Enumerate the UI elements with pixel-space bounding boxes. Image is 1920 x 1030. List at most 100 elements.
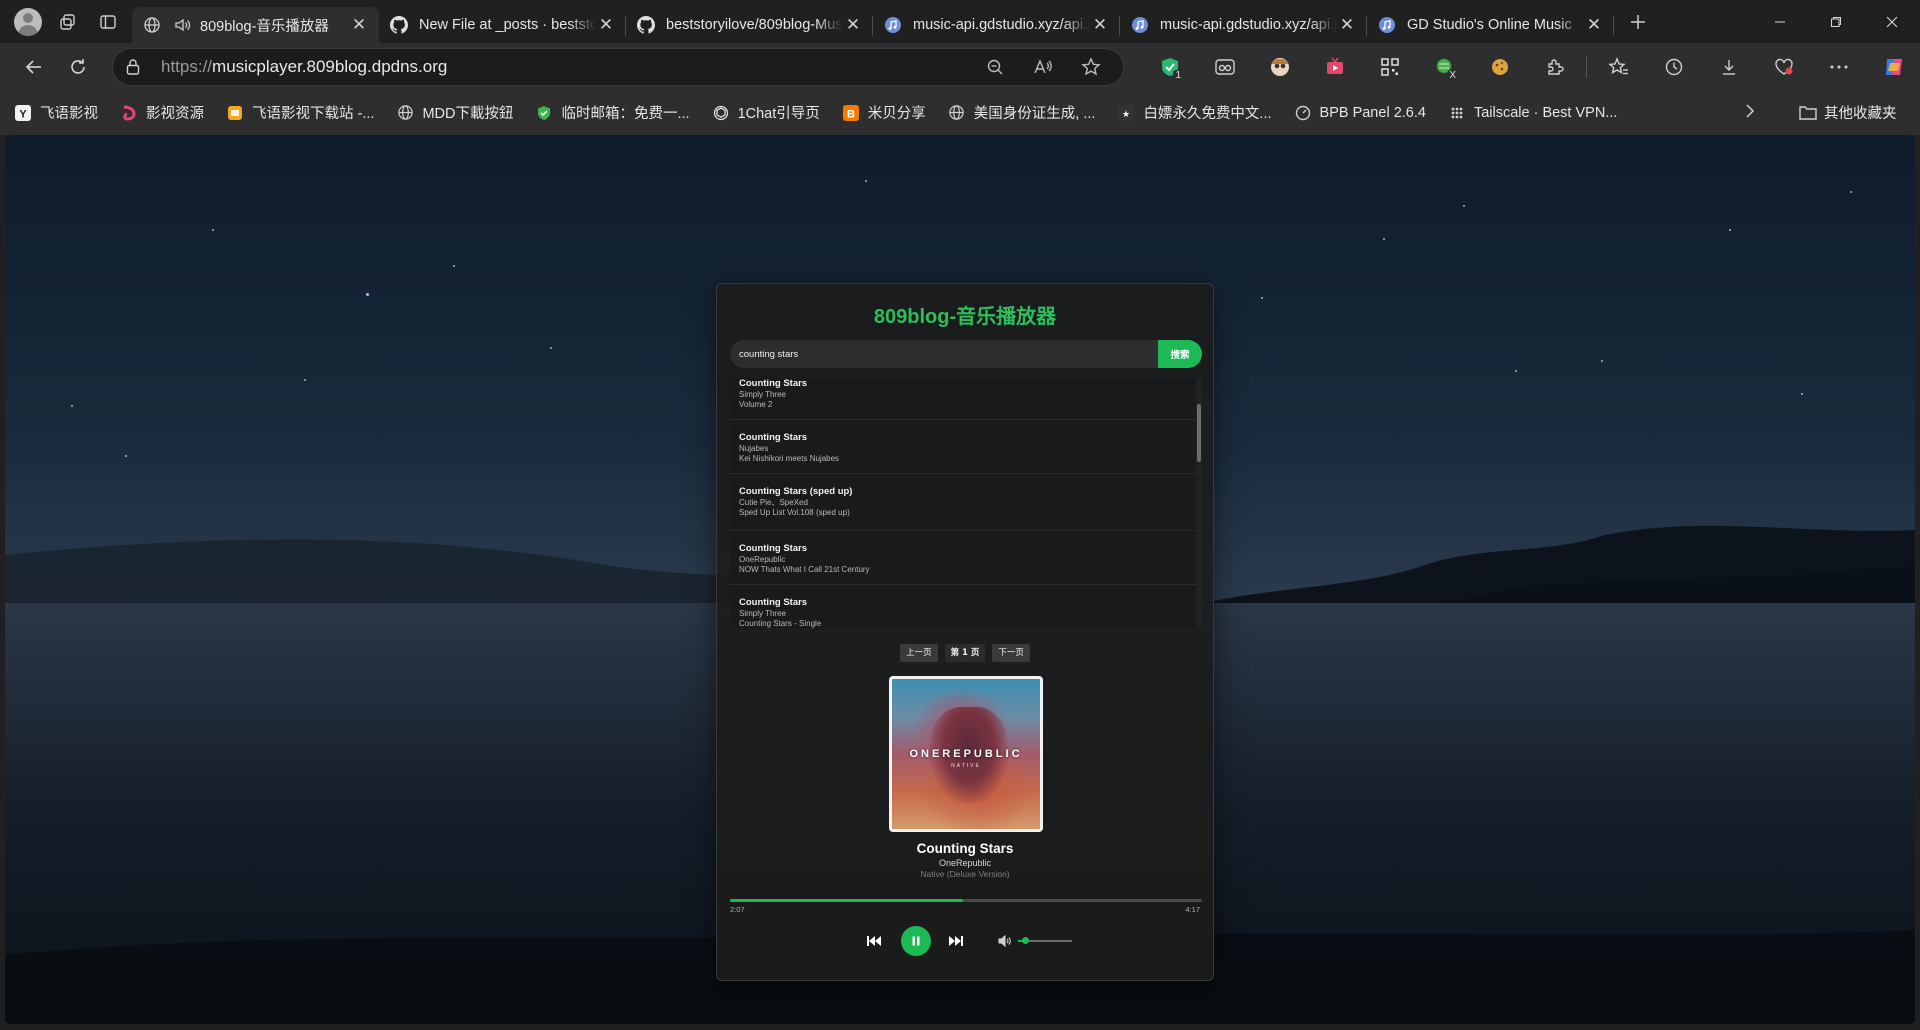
prev-page-button[interactable]: 上一页 (900, 644, 938, 662)
previous-track-icon[interactable] (865, 932, 883, 950)
other-bookmarks[interactable]: 其他收藏夹 (1798, 102, 1897, 123)
result-item[interactable]: Counting Stars Simply Three Counting Sta… (730, 585, 1196, 628)
bookmark-item[interactable]: 美国身份证生成, ... (948, 102, 1095, 123)
pause-button[interactable] (901, 926, 931, 956)
bookmark-item[interactable]: MDD下載按鈕 (396, 102, 513, 123)
downloads-icon[interactable] (1701, 49, 1756, 85)
result-artist: Nujabes (739, 444, 769, 453)
bookmark-item[interactable]: 飞语影视下载站 -... (226, 102, 374, 123)
star (304, 379, 306, 381)
zoom-out-icon[interactable] (975, 52, 1015, 82)
more-options-icon[interactable] (1811, 49, 1866, 85)
progress-bar[interactable] (730, 899, 1202, 902)
bookmark-item[interactable]: B 米贝分享 (842, 102, 926, 123)
close-icon[interactable]: ✕ (596, 15, 616, 35)
close-icon[interactable]: ✕ (1090, 15, 1110, 35)
close-icon[interactable]: ✕ (1584, 15, 1604, 35)
tampermonkey-icon[interactable] (1252, 49, 1307, 85)
now-playing-album: Native (Deluxe Version) (920, 869, 1010, 879)
search-bar: 搜索 (730, 340, 1202, 368)
speaker-icon[interactable] (172, 15, 192, 35)
star (1261, 297, 1263, 299)
total-time: 4:17 (1185, 905, 1200, 914)
search-input[interactable] (730, 340, 1158, 368)
close-icon[interactable]: ✕ (1337, 15, 1357, 35)
star (1463, 205, 1465, 207)
result-album: Volume 2 (739, 400, 773, 409)
bookmark-item[interactable]: ★ 白嫖永久免费中文... (1117, 102, 1272, 123)
tab-809blog[interactable]: 809blog-音乐播放器 ✕ (132, 7, 379, 43)
bookmark-item[interactable]: 临时邮箱：免费一... (535, 102, 690, 123)
next-track-icon[interactable] (947, 932, 965, 950)
tab-new-file[interactable]: New File at _posts · beststoryilove ✕ (379, 7, 626, 43)
tv-extension-icon[interactable] (1307, 49, 1362, 85)
vertical-tabs-icon[interactable] (88, 5, 128, 39)
address-bar-actions (975, 52, 1111, 82)
next-page-button[interactable]: 下一页 (992, 644, 1030, 662)
globe-extension-icon[interactable]: X (1417, 49, 1472, 85)
copilot-icon[interactable] (1866, 49, 1920, 85)
scrollbar-thumb[interactable] (1197, 404, 1201, 462)
cover-artist-text: ONEREPUBLIC (909, 748, 1023, 760)
result-item[interactable]: Counting Stars OneRepublic NOW Thats Wha… (730, 531, 1196, 585)
tab-music-api-2[interactable]: music-api.gdstudio.xyz/api.php ✕ (1120, 7, 1367, 43)
workspaces-icon[interactable] (48, 5, 88, 39)
result-title: Counting Stars (739, 378, 808, 389)
volume-icon[interactable] (998, 933, 1012, 949)
volume-knob[interactable] (1022, 937, 1030, 944)
results-scrollbar[interactable] (1196, 378, 1202, 628)
extensions-puzzle-icon[interactable] (1527, 49, 1582, 85)
star (1850, 191, 1852, 193)
github-icon (636, 15, 656, 35)
blogger-icon: B (842, 104, 860, 122)
minimize-icon[interactable] (1752, 0, 1808, 43)
profile-avatar[interactable] (14, 7, 42, 36)
result-title: Counting Stars (739, 543, 808, 554)
tab-title: GD Studio's Online Music (1407, 17, 1572, 33)
bookmark-item[interactable]: BPB Panel 2.6.4 (1294, 104, 1426, 122)
favorites-icon[interactable] (1591, 49, 1646, 85)
close-window-icon[interactable] (1864, 0, 1920, 43)
restore-icon[interactable] (1808, 0, 1864, 43)
svg-text:B: B (847, 108, 855, 120)
github-icon (389, 15, 409, 35)
bookmark-label: 飞语影视 (40, 106, 98, 122)
bookmark-item[interactable]: Tailscale · Best VPN... (1448, 104, 1617, 122)
pink-icon (120, 104, 138, 122)
browser-essentials-icon[interactable] (1756, 49, 1811, 85)
lock-icon[interactable] (125, 58, 151, 76)
close-icon[interactable]: ✕ (843, 15, 863, 35)
refresh-icon[interactable] (56, 49, 100, 85)
qr-code-icon[interactable] (1362, 49, 1417, 85)
bookmark-item[interactable]: 1Chat引导页 (712, 102, 820, 123)
volume-slider[interactable] (1018, 937, 1072, 944)
new-tab-button[interactable] (1618, 5, 1658, 39)
music-icon (1130, 15, 1150, 35)
chevron-right-icon[interactable] (1744, 102, 1756, 120)
globe-icon (948, 104, 966, 122)
read-aloud-icon[interactable] (1023, 52, 1063, 82)
close-icon[interactable]: ✕ (349, 15, 369, 35)
bookmark-label: Tailscale · Best VPN... (1473, 104, 1618, 121)
address-bar[interactable]: https://musicplayer.809blog.dpdns.org (112, 47, 1124, 86)
history-icon[interactable] (1646, 49, 1701, 85)
result-item[interactable]: Counting Stars Simply Three Volume 2 (730, 378, 1196, 420)
current-time: 2:07 (730, 905, 745, 914)
search-button[interactable]: 搜索 (1158, 340, 1202, 368)
cookie-icon[interactable] (1472, 49, 1527, 85)
bookmark-item[interactable]: Y 飞语影视 (14, 102, 98, 123)
bookmark-item[interactable]: 影视资源 (120, 102, 204, 123)
result-item[interactable]: Counting Stars (sped up) Cutie Pie、SpeXe… (730, 474, 1196, 531)
shield-extension-icon[interactable]: 1 (1142, 49, 1197, 85)
globe-icon (396, 104, 414, 122)
star (1515, 370, 1517, 372)
eyes-extension-icon[interactable] (1197, 49, 1252, 85)
tab-title: New File at _posts · beststoryilove (419, 17, 596, 33)
search-results[interactable]: Counting Stars Simply Three Volume 2 Cou… (730, 378, 1202, 628)
tab-gd-studio[interactable]: GD Studio's Online Music ✕ (1367, 7, 1614, 43)
tab-music-api-1[interactable]: music-api.gdstudio.xyz/api.php ✕ (873, 7, 1120, 43)
back-icon[interactable] (12, 49, 56, 85)
tab-github-repo[interactable]: beststoryilove/809blog-Music ✕ (626, 7, 873, 43)
result-item[interactable]: Counting Stars Nujabes Kei Nishikori mee… (730, 420, 1196, 474)
favorite-star-icon[interactable] (1071, 52, 1111, 82)
